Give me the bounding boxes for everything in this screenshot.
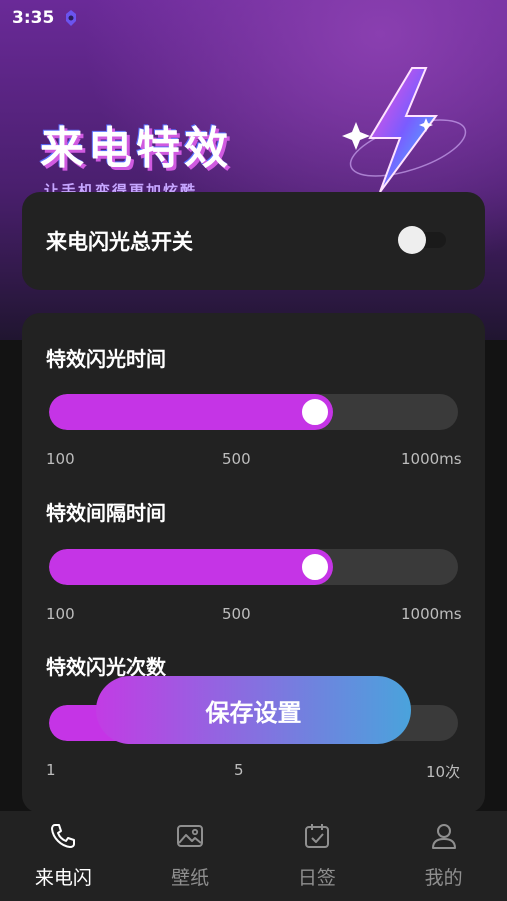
tick-min: 100 xyxy=(46,605,75,623)
master-switch-knob[interactable] xyxy=(398,226,426,254)
phone-icon xyxy=(51,824,76,848)
master-switch-label: 来电闪光总开关 xyxy=(46,230,193,254)
flash-duration-handle[interactable] xyxy=(299,396,331,428)
user-icon xyxy=(431,824,456,849)
flash-interval-handle[interactable] xyxy=(299,551,331,583)
nav-label: 壁纸 xyxy=(171,867,210,889)
nav-label: 我的 xyxy=(424,867,463,889)
status-time: 3:35 xyxy=(12,8,55,28)
flash-duration-title: 特效闪光时间 xyxy=(46,347,166,371)
tick-mid: 500 xyxy=(222,450,251,468)
nav-item-call-flash[interactable]: 来电闪 xyxy=(0,811,127,901)
master-switch-card: 来电闪光总开关 xyxy=(22,192,485,290)
calendar-check-icon xyxy=(304,824,329,848)
slider-fill xyxy=(49,549,333,585)
nav-item-daily-sign[interactable]: 日签 xyxy=(254,811,381,901)
tick-max: 1000ms xyxy=(401,450,462,468)
tick-max: 1000ms xyxy=(401,605,462,623)
slider-fill xyxy=(49,394,333,430)
nav-item-mine[interactable]: 我的 xyxy=(380,811,507,901)
image-icon xyxy=(177,825,204,847)
save-settings-button[interactable]: 保存设置 xyxy=(96,676,411,744)
tick-min: 100 xyxy=(46,450,75,468)
tick-min: 1 xyxy=(46,761,56,779)
flash-interval-slider[interactable] xyxy=(49,549,458,585)
bottom-nav: 来电闪 壁纸 日签 我的 xyxy=(0,811,507,901)
hero-title: 来电特效 xyxy=(40,123,232,174)
flash-interval-title: 特效间隔时间 xyxy=(46,501,166,525)
tick-mid: 500 xyxy=(222,605,251,623)
nav-label: 日签 xyxy=(297,867,336,889)
lightning-bolt-icon xyxy=(342,67,467,193)
nav-item-wallpaper[interactable]: 壁纸 xyxy=(127,811,254,901)
app-notification-icon xyxy=(66,10,77,26)
nav-label: 来电闪 xyxy=(34,867,92,889)
tick-max: 10次 xyxy=(426,763,461,781)
flash-duration-slider[interactable] xyxy=(49,394,458,430)
tick-mid: 5 xyxy=(234,761,244,779)
status-bar: 3:35 xyxy=(0,0,507,36)
